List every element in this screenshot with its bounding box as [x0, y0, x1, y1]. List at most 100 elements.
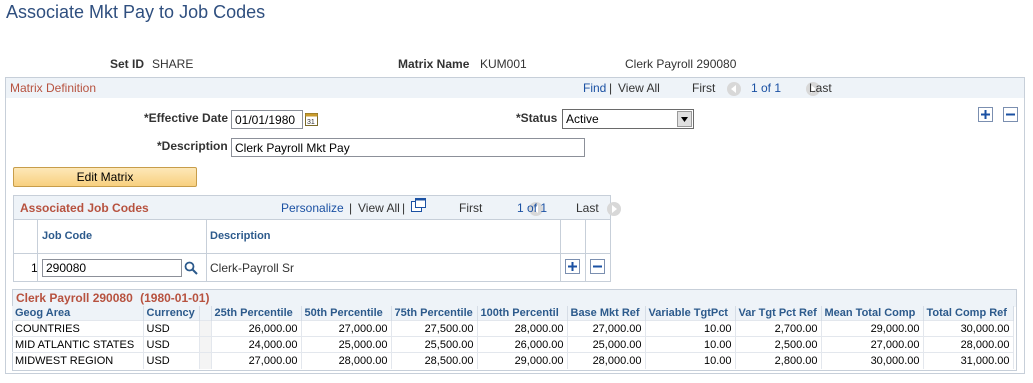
mean-total-comp-cell: 27,000.00 — [821, 336, 924, 353]
variable-tgtpct-column-header[interactable]: Variable TgtPct — [645, 306, 736, 321]
50th-percentile-cell: 28,000.00 — [301, 352, 392, 369]
variable-tgtpct-cell: 10.00 — [645, 320, 736, 337]
geog-area-cell: COUNTRIES — [12, 320, 144, 337]
25th-percentile-cell: 24,000.00 — [211, 336, 302, 353]
variable-tgtpct-cell: 10.00 — [645, 352, 736, 369]
base-mkt-ref-cell: 27,000.00 — [567, 320, 646, 337]
75th-percentile-column-header[interactable]: 75th Percentile — [391, 306, 478, 321]
market-pay-date: (1980-01-01) — [140, 291, 210, 305]
50th-percentile-cell: 27,000.00 — [301, 320, 392, 337]
total-comp-ref-cell: 30,000.00 — [923, 320, 1014, 337]
job-code-column-header[interactable]: Job Code — [42, 230, 92, 242]
var-tgt-pct-ref-cell: 2,800.00 — [735, 352, 822, 369]
75th-percentile-cell: 27,500.00 — [391, 320, 478, 337]
total-comp-ref-column-header[interactable]: Total Comp Ref — [923, 306, 1014, 321]
grid-divider — [206, 219, 207, 281]
table-row: MID ATLANTIC STATES USD 24,000.00 25,000.00… — [12, 336, 1014, 353]
geog-area-cell: MID ATLANTIC STATES — [12, 336, 144, 353]
nav-separator: | — [349, 201, 353, 215]
job-code-input[interactable] — [42, 259, 182, 277]
var-tgt-pct-ref-cell: 2,700.00 — [735, 320, 822, 337]
currency-cell: USD — [143, 320, 200, 337]
flag-cell — [199, 320, 212, 337]
geog-area-cell: MIDWEST REGION — [12, 352, 144, 369]
nav-separator: | — [402, 201, 406, 215]
page-title: Associate Mkt Pay to Job Codes — [6, 2, 266, 22]
matrix-description: Clerk Payroll 290080 — [625, 57, 737, 71]
row-range: 1 of 1 — [751, 81, 782, 95]
delete-row-icon[interactable] — [590, 259, 605, 274]
total-comp-ref-cell: 31,000.00 — [923, 352, 1014, 369]
status-label: *Status — [516, 111, 558, 125]
75th-percentile-cell: 25,500.00 — [391, 336, 478, 353]
svg-text:31: 31 — [307, 119, 315, 126]
flag-cell — [199, 352, 212, 369]
dropdown-arrow-icon[interactable] — [677, 111, 692, 127]
calendar-icon[interactable]: 31 — [305, 112, 318, 129]
add-row-icon[interactable] — [565, 259, 580, 274]
description-column-header[interactable]: Description — [210, 230, 271, 242]
first-label: First — [692, 81, 716, 95]
currency-cell: USD — [143, 352, 200, 369]
50th-percentile-cell: 25,000.00 — [301, 336, 392, 353]
next-arrow-icon[interactable] — [607, 201, 622, 216]
25th-percentile-column-header[interactable]: 25th Percentile — [211, 306, 302, 321]
status-selected-value: Active — [566, 112, 599, 126]
base-mkt-ref-cell: 25,000.00 — [567, 336, 646, 353]
mean-total-comp-cell: 29,000.00 — [821, 320, 924, 337]
100th-percentile-cell: 28,000.00 — [477, 320, 568, 337]
flag-cell — [199, 336, 212, 353]
100th-percentile-column-header[interactable]: 100th Percentil — [477, 306, 568, 321]
last-label: Last — [576, 201, 599, 215]
job-code-description: Clerk-Payroll Sr — [210, 261, 295, 275]
grid-divider — [14, 253, 610, 254]
market-pay-job-title: Clerk Payroll 290080 — [16, 291, 133, 305]
currency-cell: USD — [143, 336, 200, 353]
status-select[interactable]: Active — [562, 109, 694, 129]
matrix-name-label: Matrix Name — [398, 57, 470, 71]
market-pay-header-row: Geog Area Currency 25th Percentile 50th Per… — [12, 306, 1014, 321]
add-row-icon[interactable] — [978, 107, 993, 122]
personalize-link[interactable]: Personalize — [281, 201, 344, 215]
variable-tgtpct-cell: 10.00 — [645, 336, 736, 353]
delete-row-icon[interactable] — [1003, 107, 1018, 122]
50th-percentile-column-header[interactable]: 50th Percentile — [301, 306, 392, 321]
description-label: *Description — [157, 139, 228, 153]
new-window-icon[interactable] — [411, 198, 426, 215]
geog-area-column-header[interactable]: Geog Area — [12, 306, 144, 321]
75th-percentile-cell: 28,500.00 — [391, 352, 478, 369]
grid-divider — [585, 219, 586, 281]
previous-arrow-icon[interactable] — [727, 81, 741, 96]
effective-date-input[interactable] — [231, 110, 303, 129]
currency-column-header[interactable]: Currency — [143, 306, 200, 321]
find-link[interactable]: Find — [583, 81, 606, 95]
mean-total-comp-column-header[interactable]: Mean Total Comp — [821, 306, 924, 321]
25th-percentile-cell: 27,000.00 — [211, 352, 302, 369]
var-tgt-pct-ref-column-header[interactable]: Var Tgt Pct Ref — [735, 306, 822, 321]
mean-total-comp-cell: 30,000.00 — [821, 352, 924, 369]
edit-matrix-button[interactable]: Edit Matrix — [13, 167, 197, 187]
view-all-link[interactable]: View All — [358, 201, 400, 215]
table-row: MIDWEST REGION USD 27,000.00 28,000.00 28,50… — [12, 352, 1014, 369]
effective-date-label: *Effective Date — [144, 111, 229, 125]
matrix-definition-title: Matrix Definition — [10, 81, 97, 95]
flag-column-header[interactable] — [199, 306, 212, 321]
market-pay-title: Clerk Payroll 290080 (1980-01-01) — [16, 291, 209, 305]
view-all-link[interactable]: View All — [618, 81, 660, 95]
100th-percentile-cell: 26,000.00 — [477, 336, 568, 353]
matrix-definition-header: Matrix Definition — [6, 78, 1024, 98]
job-codes-title: Associated Job Codes — [20, 201, 149, 215]
last-label: Last — [809, 81, 832, 95]
search-icon[interactable] — [184, 261, 198, 278]
market-pay-table: Geog Area Currency 25th Percentile 50th Per… — [12, 306, 1014, 369]
description-input[interactable] — [231, 138, 585, 157]
var-tgt-pct-ref-cell: 2,500.00 — [735, 336, 822, 353]
total-comp-ref-cell: 28,000.00 — [923, 336, 1014, 353]
setid-value: SHARE — [152, 57, 194, 71]
base-mkt-ref-cell: 28,000.00 — [567, 352, 646, 369]
25th-percentile-cell: 26,000.00 — [211, 320, 302, 337]
base-mkt-ref-column-header[interactable]: Base Mkt Ref — [567, 306, 646, 321]
first-label: First — [459, 201, 483, 215]
grid-divider — [560, 219, 561, 281]
table-row: COUNTRIES USD 26,000.00 27,000.00 27,500.00 2… — [12, 320, 1014, 337]
